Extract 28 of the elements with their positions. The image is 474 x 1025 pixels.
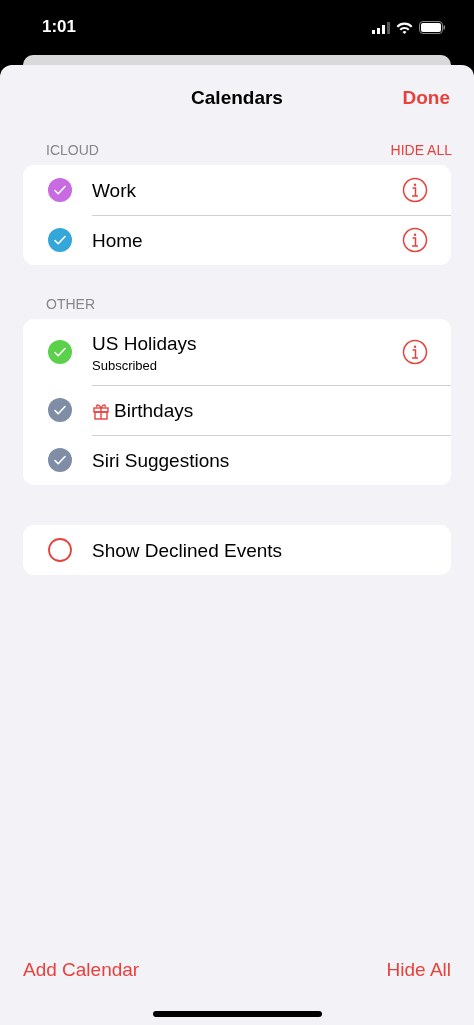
hide-all-link[interactable]: HIDE ALL (390, 141, 452, 158)
calendar-name: US Holidays (92, 332, 197, 355)
info-icon[interactable] (402, 339, 428, 365)
calendar-name: Show Declined Events (92, 539, 283, 562)
calendar-name: Birthdays (114, 399, 194, 422)
hide-all-button[interactable]: Hide All (386, 959, 451, 981)
section-header: OTHER (46, 295, 95, 312)
clock-time: 1:01 (42, 16, 77, 37)
checked-circle[interactable] (48, 340, 72, 364)
info-icon[interactable] (402, 227, 428, 253)
unchecked-circle[interactable] (48, 538, 72, 562)
done-button[interactable]: Done (402, 87, 450, 109)
gift-icon (92, 401, 110, 420)
calendar-subtitle: Subscribed (92, 357, 159, 373)
checked-circle[interactable] (48, 178, 72, 202)
calendar-name: Home (92, 229, 143, 252)
calendar-name: Siri Suggestions (92, 449, 230, 472)
checked-circle[interactable] (48, 398, 72, 422)
info-icon[interactable] (402, 177, 428, 203)
checked-circle[interactable] (48, 448, 72, 472)
wifi-icon (396, 21, 413, 34)
battery-icon (419, 21, 446, 34)
sheet-title: Calendars (191, 87, 283, 109)
calendar-name: Work (92, 179, 136, 202)
checked-circle[interactable] (48, 228, 72, 252)
section-header: ICLOUD (46, 141, 99, 158)
add-calendar-button[interactable]: Add Calendar (23, 959, 140, 981)
signal-icon (372, 21, 390, 34)
